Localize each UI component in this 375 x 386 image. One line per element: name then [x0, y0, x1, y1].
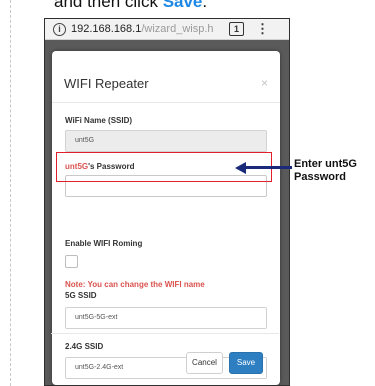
- more-menu-icon[interactable]: ⋮: [256, 22, 269, 35]
- dialog-footer-divider: [51, 333, 279, 334]
- dialog-title: WIFI Repeater: [64, 76, 149, 91]
- ssid-5g-label: 5G SSID: [65, 291, 97, 300]
- callout-arrow-head-icon: [235, 162, 246, 174]
- callout-line-2: Password: [294, 171, 346, 183]
- ssid-24g-label: 2.4G SSID: [65, 342, 104, 351]
- enable-roaming-label: Enable WIFI Roming: [65, 239, 143, 248]
- wifi-name-field: unt5G: [65, 130, 267, 152]
- info-icon[interactable]: i: [53, 22, 66, 36]
- wifi-name-label: WiFi Name (SSID): [65, 116, 133, 125]
- close-icon[interactable]: ×: [261, 76, 268, 90]
- url-path: /wizard_wisp.h: [141, 23, 214, 35]
- callout-arrow-shaft: [244, 166, 292, 169]
- browser-address-bar: i 192.168.168.1/wizard_wisp.h 1 ⋮: [45, 19, 289, 40]
- save-button[interactable]: Save: [229, 352, 263, 374]
- note-text: Note: You can change the WIFI name: [65, 280, 205, 289]
- instruction-save-emphasis: Save: [162, 0, 203, 11]
- wifi-repeater-dialog: WIFI Repeater × WiFi Name (SSID) unt5G u…: [52, 51, 280, 385]
- callout-line-1: Enter unt5G: [294, 158, 357, 170]
- instruction-prefix: and then click: [54, 0, 163, 11]
- dialog-header-divider: [52, 102, 280, 103]
- instruction-suffix: .: [202, 0, 208, 11]
- instruction-text: and then click Save.: [54, 0, 207, 12]
- phone-screen: i 192.168.168.1/wizard_wisp.h 1 ⋮ WIFI R…: [44, 18, 290, 386]
- url-field[interactable]: 192.168.168.1/wizard_wisp.h: [71, 23, 221, 35]
- cancel-button[interactable]: Cancel: [186, 352, 223, 374]
- tab-switcher-button[interactable]: 1: [229, 22, 244, 36]
- ssid-5g-input[interactable]: unt5G-5G-ext: [65, 307, 267, 329]
- enable-roaming-checkbox[interactable]: [65, 255, 78, 268]
- callout-text: Enter unt5G Password: [294, 158, 357, 184]
- url-host: 192.168.168.1: [71, 23, 142, 35]
- page-margin-guide: [10, 0, 11, 386]
